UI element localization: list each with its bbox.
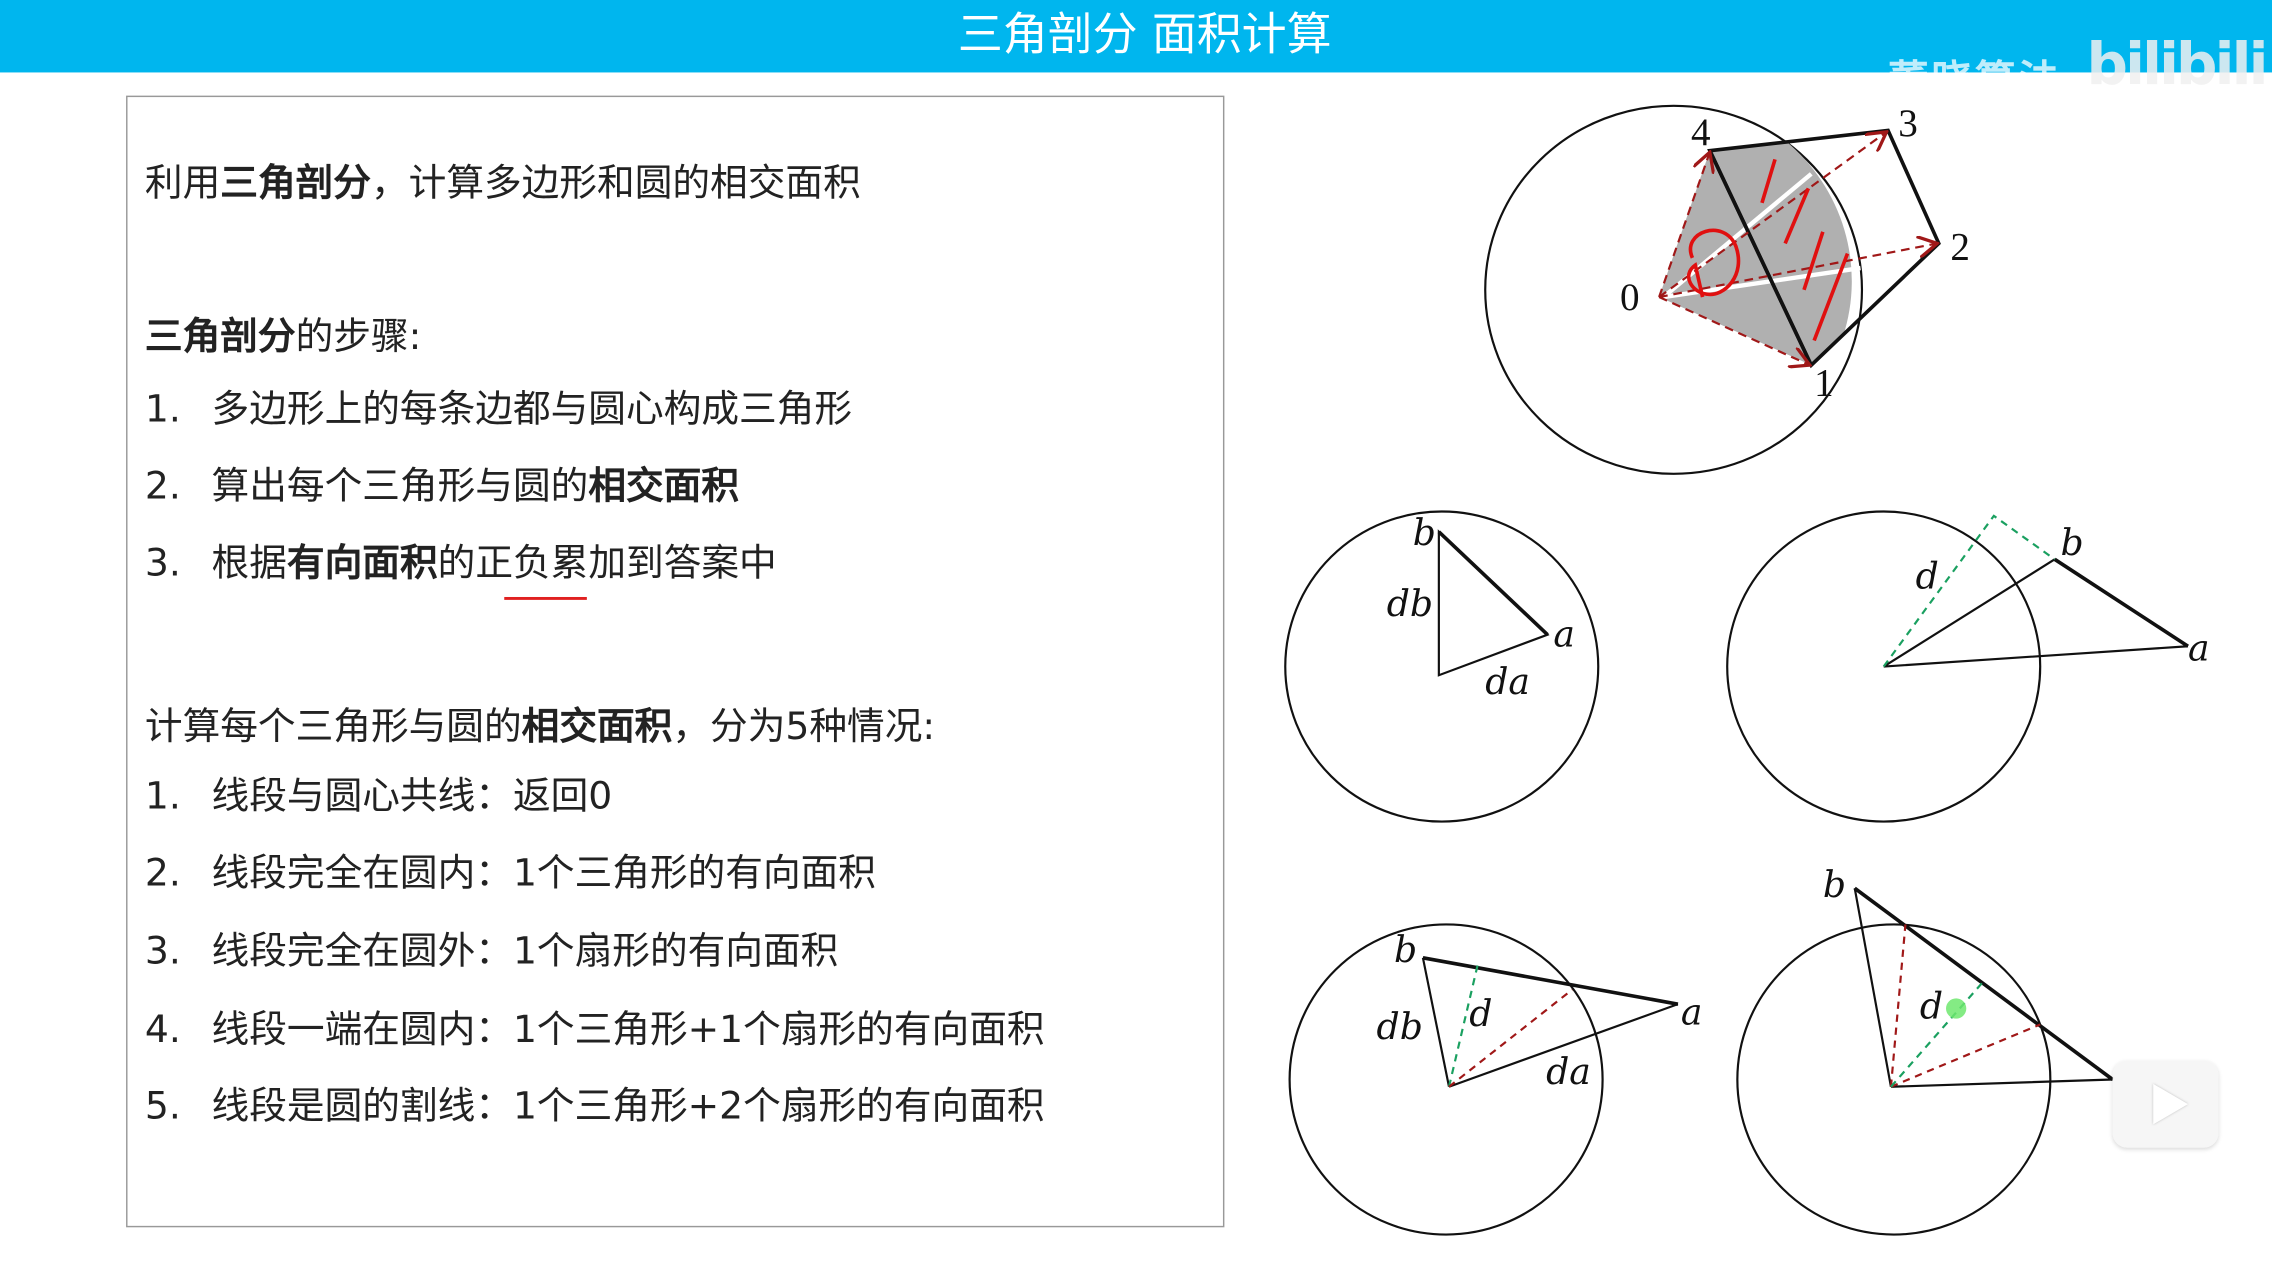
cursor-highlight (1946, 998, 1967, 1019)
play-icon (2153, 1083, 2188, 1125)
bilibili-tv-icon (2112, 1060, 2219, 1148)
case-one-end-diagram: b db d a da (1288, 923, 1703, 1236)
point-a-label: a (1553, 612, 1575, 655)
point-b-label: b (1413, 511, 1436, 554)
da-label: da (1485, 660, 1530, 703)
case-secant-diagram: b d (1736, 863, 2114, 1236)
d-label: d (1916, 554, 1939, 597)
polygon-diagram: 0 1 2 3 4 (1484, 102, 1970, 475)
vertex-label: 0 (1620, 276, 1640, 319)
point-b-label: b (2060, 521, 2083, 564)
vertex-label: 3 (1898, 102, 1918, 145)
db-label: db (1387, 582, 1433, 625)
d-label: d (1920, 985, 1943, 1028)
vertex-label: 4 (1691, 111, 1711, 154)
diagrams: 0 1 2 3 4 b db a da b a d b db d a da b … (1284, 102, 2210, 1236)
point-b-label: b (1394, 928, 1417, 971)
point-b-label: b (1823, 863, 1846, 906)
point-a-label: a (2188, 627, 2210, 670)
vertex-label: 1 (1814, 362, 1834, 405)
d-label: d (1469, 992, 1492, 1035)
vertex-label: 2 (1950, 225, 1970, 268)
intersection-region (1659, 140, 1852, 366)
point-a-label: a (1681, 990, 1703, 1033)
case-inside-diagram: b db a da (1284, 510, 1600, 823)
case-outside-diagram: b a d (1726, 510, 2210, 823)
da-label: da (1546, 1050, 1591, 1093)
db-label: db (1377, 1005, 1423, 1048)
